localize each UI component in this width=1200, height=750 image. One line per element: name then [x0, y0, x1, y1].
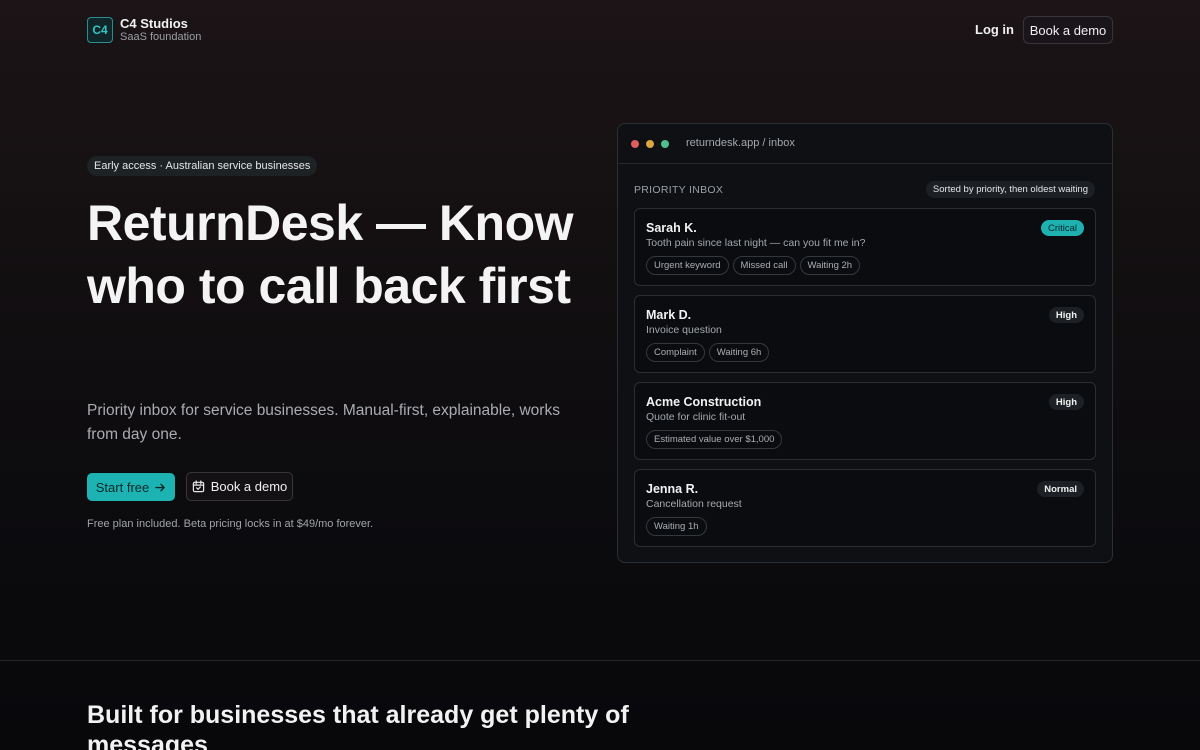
calendar-icon [192, 480, 205, 493]
brand-name[interactable]: C4 Studios [120, 16, 188, 31]
book-demo-label: Book a demo [210, 479, 288, 494]
section-heading: Built for businesses that already get pl… [87, 701, 629, 750]
priority-badge: High [1048, 307, 1084, 323]
app-preview-window: returndesk.app / inbox PRIORITY INBOX So… [617, 123, 1113, 563]
early-access-badge: Early access · Australian service busine… [87, 156, 318, 176]
inbox-card[interactable]: Acme Construction Quote for clinic fit-o… [634, 382, 1096, 460]
book-demo-button-hero[interactable]: Book a demo [186, 472, 293, 501]
section-divider [0, 660, 1200, 661]
inbox-card[interactable]: Mark D. Invoice question High Complaint … [634, 295, 1096, 373]
book-demo-button-header[interactable]: Book a demo [1023, 16, 1113, 44]
window-url: returndesk.app / inbox [686, 137, 795, 149]
pricing-note: Free plan included. Beta pricing locks i… [87, 518, 374, 530]
hero-title: ReturnDesk — Know who to call back first [87, 195, 574, 314]
tag-list: Estimated value over $1,000 [646, 430, 783, 449]
tag: Waiting 2h [799, 256, 861, 275]
logo-mark[interactable]: C4 [87, 17, 113, 43]
inbox-heading: PRIORITY INBOX [634, 184, 724, 196]
tag: Waiting 6h [708, 343, 770, 362]
contact-name: Jenna R. [646, 482, 699, 496]
message-preview: Quote for clinic fit-out [646, 411, 746, 423]
tag: Waiting 1h [646, 517, 707, 536]
tag-list: Waiting 1h [646, 517, 707, 536]
priority-badge: High [1048, 394, 1084, 410]
inbox-card[interactable]: Jenna R. Cancellation request Normal Wai… [634, 469, 1096, 547]
arrow-right-icon [155, 482, 166, 493]
message-preview: Cancellation request [646, 498, 742, 510]
maximize-dot-icon [661, 140, 669, 148]
brand-tagline: SaaS foundation [120, 31, 202, 43]
contact-name: Acme Construction [646, 395, 762, 409]
start-free-button[interactable]: Start free [87, 473, 175, 501]
priority-badge: Critical [1040, 220, 1084, 236]
hero-subtitle: Priority inbox for service businesses. M… [87, 402, 560, 443]
site-header: C4 C4 Studios SaaS foundation Log in Boo… [0, 0, 1200, 60]
tag-list: Complaint Waiting 6h [646, 343, 770, 362]
contact-name: Mark D. [646, 308, 692, 322]
minimize-dot-icon [646, 140, 654, 148]
tag: Missed call [732, 256, 796, 275]
close-dot-icon [631, 140, 639, 148]
sort-indicator: Sorted by priority, then oldest waiting [925, 181, 1095, 198]
tag: Estimated value over $1,000 [646, 430, 783, 449]
message-preview: Invoice question [646, 324, 722, 336]
tag-list: Urgent keyword Missed call Waiting 2h [646, 256, 861, 275]
message-preview: Tooth pain since last night — can you fi… [646, 237, 866, 249]
start-free-label: Start free [95, 479, 150, 495]
tag: Urgent keyword [646, 256, 729, 275]
window-titlebar: returndesk.app / inbox [618, 124, 1112, 164]
contact-name: Sarah K. [646, 221, 697, 235]
tag: Complaint [646, 343, 705, 362]
login-link[interactable]: Log in [975, 22, 1014, 37]
inbox-card[interactable]: Sarah K. Tooth pain since last night — c… [634, 208, 1096, 286]
priority-badge: Normal [1037, 481, 1084, 497]
